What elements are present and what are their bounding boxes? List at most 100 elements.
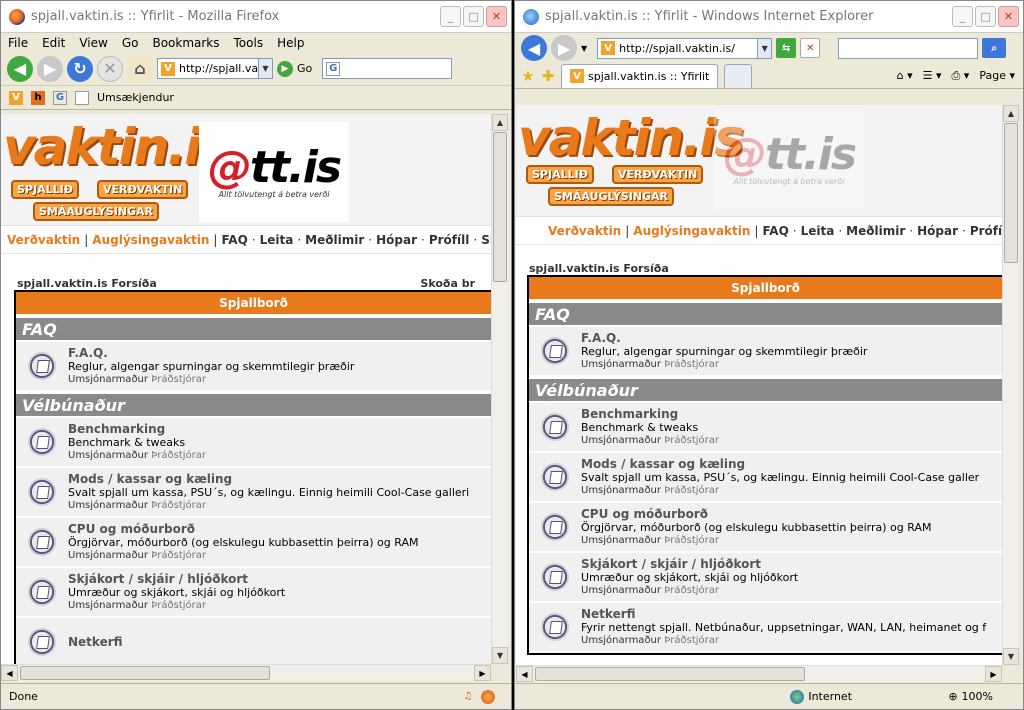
- forum-row[interactable]: Benchmarking Benchmark & tweaks Umsjónarma…: [529, 403, 1002, 453]
- nav-profill[interactable]: Prófíll: [429, 233, 470, 247]
- vertical-scrollbar[interactable]: ▲ ▼: [1002, 105, 1019, 665]
- home-icon[interactable]: ⌂ ▾: [897, 69, 913, 82]
- forum-row[interactable]: Skjákort / skjáir / hljóðkort Umræður og …: [529, 553, 1002, 603]
- forum-title[interactable]: Mods / kassar og kæling: [68, 472, 469, 486]
- att-ad-banner[interactable]: @tt.is Allt tölvutengt á betra verði: [199, 122, 349, 222]
- forum-row[interactable]: F.A.Q. Reglur, algengar spurningar og ske…: [16, 342, 491, 392]
- nav-hopar[interactable]: Hópar: [917, 224, 958, 238]
- page-menu[interactable]: Page ▾: [979, 69, 1015, 82]
- nav-leita[interactable]: Leita: [260, 233, 294, 247]
- close-button[interactable]: ✕: [998, 6, 1019, 27]
- category-faq[interactable]: FAQ: [16, 316, 491, 342]
- scroll-thumb[interactable]: [1004, 123, 1018, 263]
- menu-help[interactable]: Help: [276, 36, 305, 50]
- hscroll-thumb[interactable]: [20, 666, 270, 680]
- scroll-left-icon[interactable]: ◀: [1, 665, 18, 681]
- forum-title[interactable]: Netkerfi: [68, 635, 123, 649]
- forum-title[interactable]: Skjákort / skjáir / hljóðkort: [68, 572, 285, 586]
- forum-row[interactable]: Mods / kassar og kæling Svalt spjall um k…: [16, 468, 491, 518]
- mod-link[interactable]: Þráðstjórar: [664, 635, 719, 646]
- nav-medlimir[interactable]: Meðlimir: [305, 233, 364, 247]
- horizontal-scrollbar[interactable]: ◀ ▶: [516, 665, 1002, 682]
- search-icon[interactable]: ⌕: [982, 38, 1007, 58]
- forum-title[interactable]: F.A.Q.: [68, 346, 354, 360]
- scroll-up-icon[interactable]: ▲: [1003, 105, 1019, 122]
- forum-title[interactable]: CPU og móðurborð: [68, 522, 418, 536]
- chevron-down-icon[interactable]: ▼: [258, 59, 272, 78]
- nav-auglysingavaktin[interactable]: Auglýsingavaktin: [633, 224, 750, 238]
- mod-link[interactable]: Þráðstjórar: [664, 485, 719, 496]
- horizontal-scrollbar[interactable]: ◀ ▶: [1, 664, 491, 681]
- scroll-right-icon[interactable]: ▶: [474, 665, 491, 681]
- vertical-scrollbar[interactable]: ▲ ▼: [491, 114, 508, 664]
- menu-tools[interactable]: Tools: [233, 36, 265, 50]
- scroll-right-icon[interactable]: ▶: [985, 666, 1002, 682]
- menu-bookmarks[interactable]: Bookmarks: [151, 36, 220, 50]
- forward-icon[interactable]: ▶: [37, 55, 63, 82]
- stop-icon[interactable]: ✕: [800, 38, 821, 58]
- breadcrumb[interactable]: spjall.vaktin.is Forsíða: [17, 277, 157, 290]
- refresh-icon[interactable]: ⇆: [776, 38, 797, 58]
- forum-row[interactable]: CPU og móðurborð Örgjörvar, móðurborð (og…: [529, 503, 1002, 553]
- forum-row[interactable]: Skjákort / skjáir / hljóðkort Umræður og …: [16, 568, 491, 618]
- tag-spjallid[interactable]: SPJALLIÐ: [11, 180, 79, 199]
- chevron-down-icon[interactable]: ▼: [757, 38, 772, 58]
- forward-icon[interactable]: ▶: [551, 35, 577, 61]
- nav-faq[interactable]: FAQ: [221, 233, 247, 247]
- address-bar[interactable]: V http://spjall.va ▼: [157, 58, 273, 79]
- scroll-down-icon[interactable]: ▼: [1003, 648, 1019, 665]
- favorites-star-icon[interactable]: ★: [521, 67, 535, 85]
- new-tab-button[interactable]: [724, 63, 753, 88]
- close-button[interactable]: ✕: [486, 6, 507, 27]
- mod-link[interactable]: Þráðstjórar: [151, 374, 206, 385]
- nav-auglysingavaktin[interactable]: Auglýsingavaktin: [92, 233, 209, 247]
- search-input[interactable]: G: [322, 58, 453, 79]
- h-bookmark-icon[interactable]: h: [31, 90, 45, 105]
- maximize-button[interactable]: □: [975, 6, 996, 27]
- forum-row[interactable]: F.A.Q. Reglur, algengar spurningar og ske…: [529, 327, 1002, 377]
- forum-row[interactable]: Netkerfi: [16, 618, 491, 664]
- maximize-button[interactable]: □: [463, 6, 484, 27]
- menu-file[interactable]: File: [7, 36, 29, 50]
- forum-row[interactable]: Netkerfi Fyrir nettengt spjall. Netbúnaðu…: [529, 603, 1002, 653]
- google-bookmark-icon[interactable]: G: [53, 90, 67, 105]
- category-faq[interactable]: FAQ: [529, 301, 1002, 327]
- breadcrumb[interactable]: spjall.vaktin.is Forsíða: [529, 262, 669, 275]
- forum-title[interactable]: Skjákort / skjáir / hljóðkort: [581, 557, 798, 571]
- nav-verdvaktin[interactable]: Verðvaktin: [7, 233, 80, 247]
- forum-title[interactable]: CPU og móðurborð: [581, 507, 931, 521]
- stop-icon[interactable]: ✕: [97, 55, 123, 82]
- breadcrumb-right-link[interactable]: Skoða br: [420, 277, 475, 290]
- category-velbunadur[interactable]: Vélbúnaður: [529, 377, 1002, 403]
- minimize-button[interactable]: _: [952, 6, 973, 27]
- nav-verdvaktin[interactable]: Verðvaktin: [548, 224, 621, 238]
- nav-leita[interactable]: Leita: [801, 224, 835, 238]
- forum-row[interactable]: CPU og móðurborð Örgjörvar, móðurborð (og…: [16, 518, 491, 568]
- menu-view[interactable]: View: [78, 36, 108, 50]
- category-velbunadur[interactable]: Vélbúnaður: [16, 392, 491, 418]
- mod-link[interactable]: Þráðstjórar: [664, 535, 719, 546]
- menu-go[interactable]: Go: [121, 36, 140, 50]
- firefox-status-icon[interactable]: [481, 689, 495, 704]
- scroll-up-icon[interactable]: ▲: [492, 114, 508, 131]
- reload-icon[interactable]: ↻: [67, 55, 93, 82]
- history-chevron-down-icon[interactable]: ▼: [581, 44, 587, 53]
- mod-link[interactable]: Þráðstjórar: [664, 585, 719, 596]
- nav-hopar[interactable]: Hópar: [376, 233, 417, 247]
- tag-smaauglysingar[interactable]: SMÁAUGLÝSINGAR: [548, 187, 675, 206]
- go-icon[interactable]: ▶: [277, 60, 293, 77]
- scroll-thumb[interactable]: [493, 132, 507, 282]
- forum-title[interactable]: Mods / kassar og kæling: [581, 457, 979, 471]
- minimize-button[interactable]: _: [440, 6, 461, 27]
- feeds-icon[interactable]: ☰ ▾: [923, 69, 942, 82]
- vaktin-bookmark-icon[interactable]: V: [9, 90, 23, 105]
- address-bar[interactable]: V http://spjall.vaktin.is/ ▼: [597, 37, 773, 59]
- tag-verdvaktin[interactable]: VERÐVAKTIN: [612, 165, 704, 184]
- mod-link[interactable]: Þráðstjórar: [151, 500, 206, 511]
- bookmark-umsaekjendur[interactable]: Umsækjendur: [97, 91, 174, 104]
- tag-spjallid[interactable]: SPJALLIÐ: [526, 165, 594, 184]
- forum-row[interactable]: Benchmarking Benchmark & tweaks Umsjónarma…: [16, 418, 491, 468]
- forum-title[interactable]: Netkerfi: [581, 607, 986, 621]
- back-icon[interactable]: ◀: [7, 55, 33, 82]
- go-label[interactable]: Go: [297, 62, 312, 75]
